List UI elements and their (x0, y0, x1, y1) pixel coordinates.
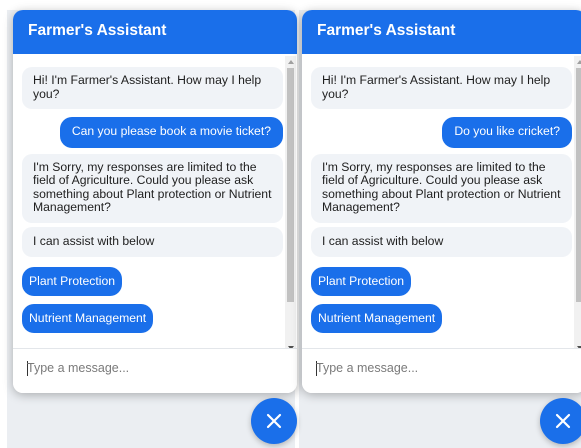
scroll-thumb[interactable] (576, 68, 581, 302)
close-chat-button-left[interactable] (251, 398, 297, 444)
chat-header: Farmer's Assistant (13, 10, 297, 54)
option-plant-protection-button[interactable]: Plant Protection (22, 267, 123, 296)
bot-assist-bubble: I can assist with below (22, 226, 283, 257)
user-message-bubble: Do you like cricket? (442, 117, 572, 148)
option-nutrient-management-button[interactable]: Nutrient Management (22, 304, 154, 333)
message-scrollbar[interactable] (285, 56, 296, 354)
bot-reply-bubble: I'm Sorry, my responses are limited to t… (311, 153, 572, 223)
bot-assist-bubble: I can assist with below (311, 226, 572, 257)
chat-window-right: Farmer's Assistant Hi! I'm Farmer's Assi… (302, 10, 581, 393)
bot-greeting-bubble: Hi! I'm Farmer's Assistant. How may I he… (22, 67, 283, 109)
chat-title: Farmer's Assistant (317, 22, 456, 39)
bot-reply-bubble: I'm Sorry, my responses are limited to t… (22, 153, 283, 223)
message-scrollbar[interactable] (574, 56, 581, 354)
option-plant-protection-button[interactable]: Plant Protection (311, 267, 412, 296)
chat-window-left: Farmer's Assistant Hi! I'm Farmer's Assi… (13, 10, 297, 393)
scroll-thumb[interactable] (287, 68, 294, 302)
message-input[interactable] (316, 361, 566, 375)
close-icon (555, 413, 571, 429)
message-input[interactable] (27, 361, 277, 375)
chat-title: Farmer's Assistant (28, 22, 167, 39)
message-list[interactable]: Hi! I'm Farmer's Assistant. How may I he… (13, 54, 297, 356)
message-input-bar (13, 348, 297, 393)
option-nutrient-management-button[interactable]: Nutrient Management (311, 304, 443, 333)
message-list[interactable]: Hi! I'm Farmer's Assistant. How may I he… (302, 54, 581, 356)
close-chat-button-right[interactable] (540, 398, 581, 444)
scroll-up-arrow-icon[interactable] (577, 60, 581, 64)
bot-greeting-bubble: Hi! I'm Farmer's Assistant. How may I he… (311, 67, 572, 109)
close-icon (266, 413, 282, 429)
message-input-bar (302, 348, 581, 393)
user-message-bubble: Can you please book a movie ticket? (59, 117, 283, 148)
scroll-up-arrow-icon[interactable] (288, 60, 294, 64)
chat-header: Farmer's Assistant (302, 10, 581, 54)
